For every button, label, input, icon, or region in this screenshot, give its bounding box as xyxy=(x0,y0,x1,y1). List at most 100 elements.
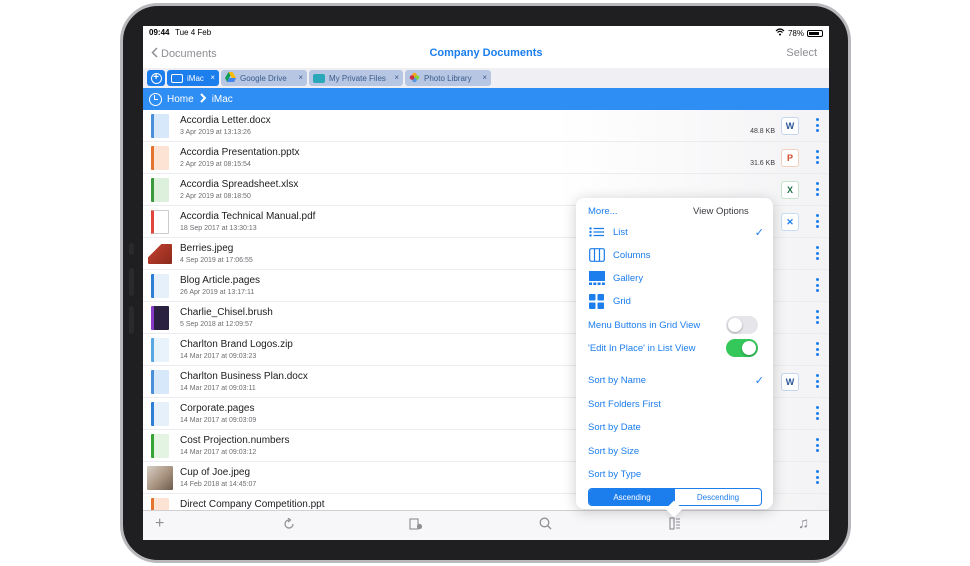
side-button xyxy=(129,306,134,334)
close-icon[interactable]: × xyxy=(210,73,215,82)
view-gallery-option[interactable]: Gallery xyxy=(588,268,764,288)
page-title: Company Documents xyxy=(429,47,543,59)
file-name: Berries.jpeg xyxy=(180,243,234,254)
file-size: 48.8 KB xyxy=(750,128,775,135)
option-label: Gallery xyxy=(613,272,644,284)
add-button[interactable]: + xyxy=(155,515,164,533)
menu-buttons-grid-setting: Menu Buttons in Grid View xyxy=(588,315,764,335)
bookmark-add-icon[interactable] xyxy=(409,517,423,533)
sort-by-date-option[interactable]: Sort by Date xyxy=(588,417,764,437)
file-name: Cup of Joe.jpeg xyxy=(180,467,251,478)
file-date: 26 Apr 2019 at 13:17:11 xyxy=(180,289,255,296)
view-options-popover: More... View Options List ✓ Columns Gall… xyxy=(576,198,773,509)
chevron-right-icon xyxy=(199,92,207,106)
tab-photo-library[interactable]: Photo Library × xyxy=(405,70,491,86)
side-button xyxy=(129,268,134,296)
sort-by-type-option[interactable]: Sort by Type xyxy=(588,464,764,484)
tab-label: iMac xyxy=(187,73,204,83)
zip-thumbnail xyxy=(151,338,169,362)
tab-label: Photo Library xyxy=(424,73,472,83)
battery-icon xyxy=(807,29,823,37)
close-icon[interactable]: × xyxy=(298,73,303,82)
breadcrumb-home[interactable]: Home xyxy=(167,94,194,105)
more-icon[interactable] xyxy=(816,406,819,420)
list-item[interactable]: Accordia Letter.docx 3 Apr 2019 at 13:13… xyxy=(143,110,829,142)
document-thumbnail xyxy=(151,370,169,394)
wifi-icon xyxy=(775,28,785,38)
close-icon[interactable]: × xyxy=(394,73,399,82)
breadcrumb-current: iMac xyxy=(211,93,233,105)
more-icon[interactable] xyxy=(816,470,819,484)
history-icon[interactable] xyxy=(149,92,162,106)
descending-segment[interactable]: Descending xyxy=(675,489,761,505)
tab-my-private-files[interactable]: My Private Files × xyxy=(309,70,403,86)
tab-google-drive[interactable]: Google Drive × xyxy=(221,70,307,86)
side-button xyxy=(129,243,134,255)
file-date: 14 Mar 2017 at 09:03:11 xyxy=(180,385,256,392)
edit-in-place-toggle[interactable] xyxy=(726,339,758,357)
more-button[interactable]: More... xyxy=(588,206,618,217)
file-date: 14 Mar 2017 at 09:03:12 xyxy=(180,449,257,456)
file-date: 2 Apr 2019 at 08:15:54 xyxy=(180,161,251,168)
sort-by-name-option[interactable]: Sort by Name ✓ xyxy=(588,370,764,390)
add-tab-button[interactable]: + xyxy=(147,70,165,86)
grid-icon xyxy=(588,293,605,309)
gallery-icon xyxy=(588,271,605,286)
spreadsheet-thumbnail xyxy=(151,178,169,202)
more-icon[interactable] xyxy=(816,118,819,132)
more-icon[interactable] xyxy=(816,374,819,388)
file-name: Cost Projection.numbers xyxy=(180,435,290,446)
file-name: Accordia Presentation.pptx xyxy=(180,147,300,158)
file-name: Accordia Technical Manual.pdf xyxy=(180,211,316,222)
view-list-option[interactable]: List ✓ xyxy=(588,222,764,242)
select-button[interactable]: Select xyxy=(786,47,817,59)
tab-label: My Private Files xyxy=(329,73,386,83)
file-name: Accordia Letter.docx xyxy=(180,115,271,126)
image-thumbnail xyxy=(148,244,172,264)
more-icon[interactable] xyxy=(816,438,819,452)
tab-imac[interactable]: iMac × xyxy=(167,70,219,86)
file-date: 5 Sep 2018 at 12:09:57 xyxy=(180,321,253,328)
pages-thumbnail xyxy=(151,274,169,298)
option-label: Sort by Type xyxy=(588,468,642,480)
more-icon[interactable] xyxy=(816,150,819,164)
file-name: Blog Article.pages xyxy=(180,275,261,286)
more-icon[interactable] xyxy=(816,342,819,356)
status-bar: 09:44 Tue 4 Feb 78% xyxy=(143,26,829,40)
breadcrumb: Home iMac xyxy=(143,88,829,110)
file-name: Corporate.pages xyxy=(180,403,255,414)
view-options-icon[interactable] xyxy=(669,517,681,533)
music-icon[interactable]: ♫ xyxy=(798,515,809,532)
status-time: 09:44 xyxy=(149,28,170,37)
word-icon[interactable]: W xyxy=(781,373,799,391)
pdf-reader-icon[interactable]: ✕ xyxy=(781,213,799,231)
sort-folders-first-option[interactable]: Sort Folders First xyxy=(588,394,764,414)
close-icon[interactable]: × xyxy=(482,73,487,82)
sort-by-size-option[interactable]: Sort by Size xyxy=(588,441,764,461)
brush-thumbnail xyxy=(151,306,169,330)
presentation-thumbnail xyxy=(151,146,169,170)
refresh-icon[interactable] xyxy=(283,517,295,533)
excel-icon[interactable]: X xyxy=(781,181,799,199)
folder-icon xyxy=(313,73,325,83)
word-icon[interactable]: W xyxy=(781,117,799,135)
menu-buttons-toggle[interactable] xyxy=(726,316,758,334)
list-item[interactable]: Accordia Presentation.pptx 2 Apr 2019 at… xyxy=(143,142,829,174)
more-icon[interactable] xyxy=(816,246,819,260)
ascending-segment[interactable]: Ascending xyxy=(589,489,675,505)
search-icon[interactable] xyxy=(539,517,552,533)
columns-icon xyxy=(588,248,605,263)
view-grid-option[interactable]: Grid xyxy=(588,291,764,311)
google-drive-icon xyxy=(225,72,236,84)
option-label: Grid xyxy=(613,295,631,307)
more-icon[interactable] xyxy=(816,310,819,324)
powerpoint-icon[interactable]: P xyxy=(781,149,799,167)
nav-bar: Documents Company Documents Select xyxy=(143,40,829,68)
more-icon[interactable] xyxy=(816,182,819,196)
battery-percent: 78% xyxy=(787,28,804,38)
view-columns-option[interactable]: Columns xyxy=(588,245,764,265)
more-icon[interactable] xyxy=(816,278,819,292)
file-name: Charlton Business Plan.docx xyxy=(180,371,308,382)
more-icon[interactable] xyxy=(816,214,819,228)
tab-label: Google Drive xyxy=(240,73,287,83)
